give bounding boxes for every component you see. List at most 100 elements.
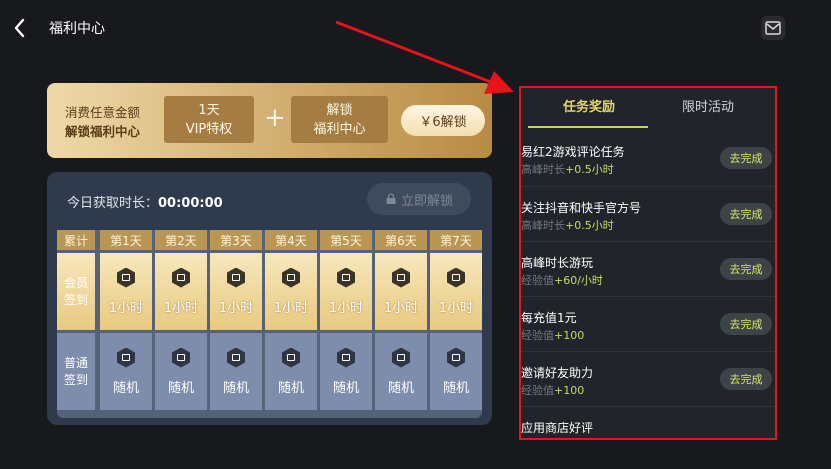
locked-hex-icon <box>227 267 245 288</box>
normal-row-label: 普通 签到 <box>57 333 95 410</box>
vip-benefit-box: 1天 VIP特权 <box>164 96 254 143</box>
unlock-benefit-box: 解锁 福利中心 <box>291 96 388 143</box>
unlock-now-label: 立即解锁 <box>400 193 453 209</box>
task-name: 每充值1元 <box>521 311 577 325</box>
task-reward-label: 经验值 <box>521 274 554 287</box>
task-item: 应用商店好评 <box>519 406 777 440</box>
day-header: 第7天 <box>430 230 482 250</box>
reward-value: 1小时 <box>273 300 309 316</box>
day-header: 第4天 <box>265 230 317 250</box>
task-reward: 经验值+100 <box>521 327 584 343</box>
tab-task-rewards[interactable]: 任务奖励 <box>563 96 615 115</box>
task-reward-label: 经验值 <box>521 384 554 397</box>
task-item: 高峰时长游玩 经验值+60/小时 去完成 <box>519 241 777 297</box>
reward-value: 1小时 <box>383 300 419 316</box>
reward-value: 随机 <box>387 380 414 396</box>
locked-hex-icon <box>447 267 465 288</box>
sign-in-card: 今日获取时长：00:00:00 立即解锁 累计 第1天 第2天 第3天 第4天 第5天 第6… <box>47 172 492 425</box>
vip-box-line-2: VIP特权 <box>185 121 233 137</box>
plus-sign: + <box>264 103 286 133</box>
reward-value: 1小时 <box>108 300 144 316</box>
normal-sign-cell[interactable]: 随机 <box>155 333 207 410</box>
day-header: 第1天 <box>100 230 152 250</box>
task-reward: 高峰时长+0.5小时 <box>521 217 614 233</box>
locked-hex-icon <box>172 347 190 368</box>
unlock-box-line-1: 解锁 <box>326 102 353 118</box>
go-complete-button[interactable]: 去完成 <box>720 203 772 225</box>
mail-button[interactable] <box>761 16 785 40</box>
locked-hex-icon <box>447 347 465 368</box>
task-item: 关注抖音和快手官方号 高峰时长+0.5小时 去完成 <box>519 186 777 242</box>
pay-unlock-button[interactable]: ￥6解锁 <box>401 105 485 136</box>
back-button[interactable] <box>10 16 30 40</box>
reward-value: 随机 <box>442 380 469 396</box>
task-reward-value: +100 <box>554 384 585 397</box>
normal-sign-cell[interactable]: 随机 <box>430 333 482 410</box>
reward-value: 随机 <box>277 380 304 396</box>
active-tab-indicator <box>528 126 648 128</box>
go-complete-button[interactable]: 去完成 <box>720 258 772 280</box>
today-duration-label: 今日获取时长： <box>67 196 159 211</box>
row-label-line-1: 会员 <box>63 275 88 290</box>
task-name: 高峰时长游玩 <box>521 256 594 270</box>
locked-hex-icon <box>392 267 410 288</box>
task-item: 邀请好友助力 经验值+100 去完成 <box>519 351 777 407</box>
tab-limited-events[interactable]: 限时活动 <box>682 96 734 115</box>
normal-sign-cell[interactable]: 随机 <box>100 333 152 410</box>
row-label-line-2: 签到 <box>63 372 88 387</box>
member-sign-cell[interactable]: 1小时 <box>430 253 482 330</box>
banner-line-2: 解锁福利中心 <box>65 124 141 139</box>
today-duration: 今日获取时长：00:00:00 <box>67 192 223 211</box>
locked-hex-icon <box>227 347 245 368</box>
member-sign-cell[interactable]: 1小时 <box>320 253 372 330</box>
reward-value: 1小时 <box>328 300 364 316</box>
locked-hex-icon <box>282 347 300 368</box>
task-item: 每充值1元经验值+100 去完成 <box>519 296 777 352</box>
reward-value: 随机 <box>167 380 194 396</box>
go-complete-button[interactable]: 去完成 <box>720 313 772 335</box>
day-header: 第5天 <box>320 230 372 250</box>
day-header: 第2天 <box>155 230 207 250</box>
reward-value: 1小时 <box>438 300 474 316</box>
day-header: 第6天 <box>375 230 427 250</box>
back-arrow-icon <box>14 18 25 38</box>
unlock-box-line-2: 福利中心 <box>313 121 366 137</box>
task-reward-value: +0.5小时 <box>565 219 614 232</box>
grid-corner-label: 累计 <box>57 230 95 250</box>
normal-sign-cell[interactable]: 随机 <box>210 333 262 410</box>
mail-icon <box>765 21 781 35</box>
normal-sign-cell[interactable]: 随机 <box>375 333 427 410</box>
task-reward-label: 高峰时长 <box>521 163 565 176</box>
task-name: 应用商店好评 <box>521 421 594 435</box>
task-item: 易红2游戏评论任务 高峰时长+0.5小时 去完成 <box>519 131 777 186</box>
task-reward: 经验值+60/小时 <box>521 272 603 288</box>
reward-value: 随机 <box>332 380 359 396</box>
normal-sign-cell[interactable]: 随机 <box>320 333 372 410</box>
locked-hex-icon <box>117 267 135 288</box>
normal-sign-cell[interactable]: 随机 <box>265 333 317 410</box>
page-title: 福利中心 <box>49 21 105 37</box>
locked-hex-icon <box>172 267 190 288</box>
member-sign-cell[interactable]: 1小时 <box>100 253 152 330</box>
task-reward-value: +60/小时 <box>554 274 603 287</box>
locked-hex-icon <box>337 347 355 368</box>
reward-value: 1小时 <box>218 300 254 316</box>
member-sign-cell[interactable]: 1小时 <box>210 253 262 330</box>
task-reward-label: 高峰时长 <box>521 219 565 232</box>
member-sign-cell[interactable]: 1小时 <box>375 253 427 330</box>
go-complete-button[interactable]: 去完成 <box>720 368 772 390</box>
task-name: 易红2游戏评论任务 <box>521 145 625 159</box>
task-name: 关注抖音和快手官方号 <box>521 201 642 215</box>
member-sign-cell[interactable]: 1小时 <box>265 253 317 330</box>
day-header: 第3天 <box>210 230 262 250</box>
member-sign-cell[interactable]: 1小时 <box>155 253 207 330</box>
task-panel: 任务奖励 限时活动 易红2游戏评论任务 高峰时长+0.5小时 去完成 关注抖音和快手官… <box>519 86 777 440</box>
task-reward-value: +100 <box>554 329 585 342</box>
today-duration-value: 00:00:00 <box>158 196 223 211</box>
go-complete-button[interactable]: 去完成 <box>720 147 772 169</box>
task-reward: 经验值+100 <box>521 382 584 398</box>
lock-icon <box>386 193 396 204</box>
task-reward-label: 经验值 <box>521 329 554 342</box>
task-reward: 高峰时长+0.5小时 <box>521 161 614 177</box>
unlock-now-button[interactable]: 立即解锁 <box>367 183 471 215</box>
